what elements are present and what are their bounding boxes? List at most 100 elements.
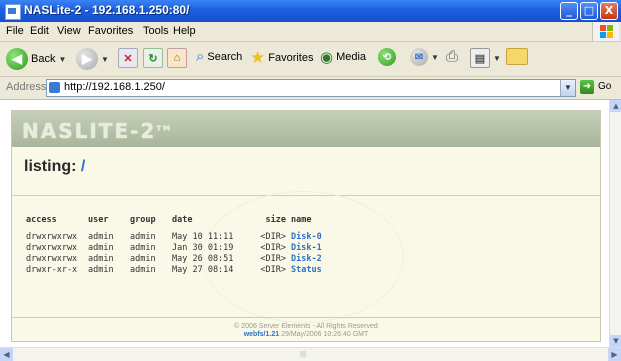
search-label: Search [207, 50, 243, 63]
cell-user: admin [88, 242, 114, 253]
search-button[interactable]: ⌕ Search [196, 48, 242, 65]
address-input[interactable]: http://192.168.1.250/ ▼ [46, 79, 576, 97]
menu-file[interactable]: File [6, 25, 24, 37]
column-header-name: name [291, 215, 312, 225]
media-icon: ◉ [320, 49, 334, 66]
banner: NASLITE-2TM [12, 111, 600, 147]
cell-access: drwxrwxrwx [26, 253, 78, 264]
address-label: Address [6, 81, 47, 93]
vertical-scrollbar[interactable]: ▲ ▼ [609, 100, 621, 347]
minimize-button[interactable]: _ [560, 2, 578, 20]
favorites-label: Favorites [268, 52, 314, 64]
cell-access: drwxr-xr-x [26, 264, 78, 275]
back-arrow-icon: ◀ [6, 48, 28, 70]
page-title: listing: / [24, 158, 85, 176]
table-row: drwxrwxrwx admin admin Jan 30 01:19 <DIR… [26, 242, 351, 253]
column-header-user: user [88, 215, 109, 225]
heading-path-link[interactable]: / [81, 158, 85, 175]
favorites-button[interactable]: ★ Favorites [250, 48, 314, 68]
back-label: Back [31, 53, 56, 65]
edit-button[interactable]: ▤ ▼ [470, 48, 501, 68]
horizontal-scrollbar[interactable]: ◀ ||| ▶ [0, 347, 621, 361]
toolbar: ◀ Back ▼ ▶ ▼ ✕ ↻ ⌂ ⌕ Search ★ Favorites … [0, 42, 621, 77]
refresh-icon: ↻ [143, 48, 163, 68]
link-status[interactable]: Status [291, 264, 351, 275]
ie-page-icon [5, 4, 21, 20]
column-header-access: access [26, 215, 57, 225]
star-icon: ★ [250, 48, 266, 67]
cell-group: admin [130, 242, 156, 253]
maximize-button[interactable]: □ [580, 2, 598, 20]
scroll-grip-icon[interactable]: ||| [300, 351, 320, 358]
mail-button[interactable]: ✉ ▼ [410, 48, 439, 66]
menu-tools[interactable]: Tools [143, 25, 169, 37]
folder-icon [506, 48, 528, 65]
go-arrow-icon[interactable]: ➜ [580, 80, 594, 94]
scroll-up-icon[interactable]: ▲ [610, 100, 621, 112]
scroll-right-icon[interactable]: ▶ [608, 348, 621, 361]
address-url: http://192.168.1.250/ [64, 81, 165, 93]
scroll-left-icon[interactable]: ◀ [0, 348, 13, 361]
table-header-row: access user group date size name [26, 215, 351, 231]
window-title: NASLite-2 - 192.168.1.250:80/ [24, 3, 190, 17]
menu-help[interactable]: Help [173, 25, 196, 37]
column-header-size: size [265, 215, 286, 225]
link-disk-2[interactable]: Disk-2 [291, 253, 351, 264]
footer-version: webfs/1.21 [243, 331, 280, 338]
chevron-down-icon: ▼ [58, 54, 67, 64]
edit-icon: ▤ [470, 48, 490, 68]
forward-button[interactable]: ▶ ▼ [76, 48, 109, 70]
menu-favorites[interactable]: Favorites [88, 25, 133, 37]
logo-tm: TM [156, 124, 173, 133]
footer-copyright: © 2006 Server Elements - All Rights Rese… [234, 323, 378, 330]
cell-size: <DIR> [260, 231, 286, 242]
footer-date: 29/May/2006 10:26:40 GMT [281, 331, 369, 338]
naslite-logo: NASLITE-2TM [22, 119, 172, 143]
title-bar: NASLite-2 - 192.168.1.250:80/ _ □ X [0, 0, 621, 22]
window-controls: _ □ X [560, 2, 618, 20]
home-button[interactable]: ⌂ [167, 48, 187, 68]
heading-label: listing: [24, 158, 77, 175]
refresh-button[interactable]: ↻ [143, 48, 163, 68]
column-header-group: group [130, 215, 156, 225]
link-disk-1[interactable]: Disk-1 [291, 242, 351, 253]
link-disk-0[interactable]: Disk-0 [291, 231, 351, 242]
cell-group: admin [130, 253, 156, 264]
table-row: drwxrwxrwx admin admin May 10 11:11 <DIR… [26, 231, 351, 242]
cell-user: admin [88, 253, 114, 264]
media-button[interactable]: ◉ Media [320, 48, 366, 66]
cell-size: <DIR> [260, 253, 286, 264]
cell-date: May 27 08:14 [172, 264, 234, 275]
cell-group: admin [130, 231, 156, 242]
cell-date: May 10 11:11 [172, 231, 234, 242]
menu-edit[interactable]: Edit [30, 25, 49, 37]
close-button[interactable]: X [600, 2, 618, 20]
cell-access: drwxrwxrwx [26, 242, 78, 253]
footer-divider [12, 317, 600, 318]
cell-size: <DIR> [260, 264, 286, 275]
print-button[interactable]: ⎙ [446, 48, 458, 65]
footer-version-line: webfs/1.21 29/May/2006 10:26:40 GMT [12, 331, 600, 338]
menu-view[interactable]: View [57, 25, 81, 37]
search-icon: ⌕ [196, 48, 205, 65]
stop-button[interactable]: ✕ [118, 48, 138, 68]
print-icon: ⎙ [446, 48, 459, 65]
history-button[interactable]: ⟲ [378, 48, 396, 66]
go-button[interactable]: Go [598, 81, 611, 92]
cell-access: drwxrwxrwx [26, 231, 78, 242]
table-row: drwxrwxrwx admin admin May 26 08:51 <DIR… [26, 253, 351, 264]
back-button[interactable]: ◀ Back ▼ [6, 48, 66, 70]
scroll-down-icon[interactable]: ▼ [610, 335, 621, 347]
forward-arrow-icon: ▶ [76, 48, 98, 70]
folder-button[interactable] [506, 48, 528, 65]
cell-date: May 26 08:51 [172, 253, 234, 264]
address-bar: Address http://192.168.1.250/ ▼ ➜ Go [0, 77, 621, 100]
table-row: drwxr-xr-x admin admin May 27 08:14 <DIR… [26, 264, 351, 275]
directory-listing-table: access user group date size name drwxrwx… [26, 215, 351, 275]
cell-size: <DIR> [260, 242, 286, 253]
history-icon: ⟲ [378, 48, 396, 66]
listing-page: NASLITE-2TM listing: / access user group… [11, 110, 601, 342]
address-dropdown-icon[interactable]: ▼ [560, 80, 575, 96]
logo-text: NASLITE-2 [22, 119, 157, 143]
home-icon: ⌂ [167, 48, 187, 68]
